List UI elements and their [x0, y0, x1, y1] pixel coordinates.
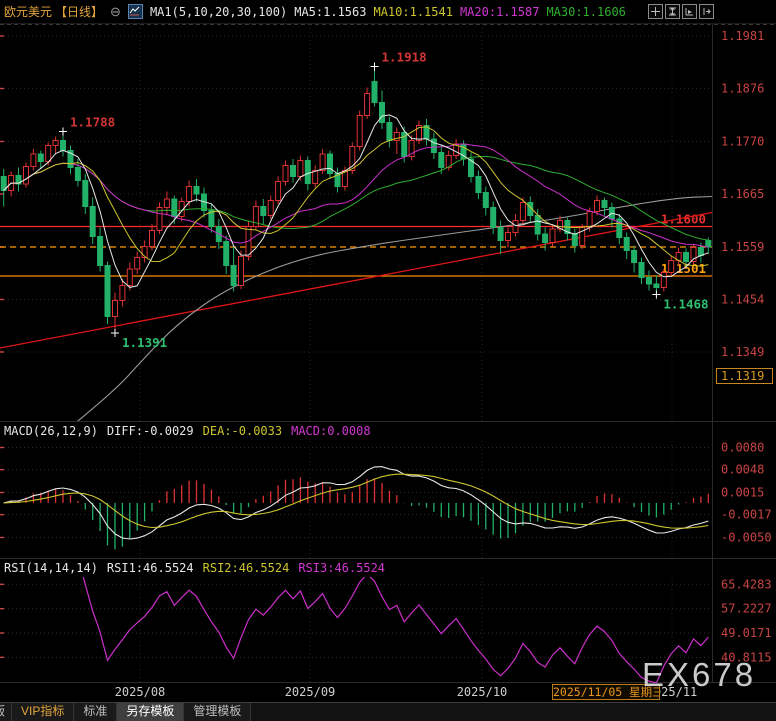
svg-text:0.0015: 0.0015 [721, 486, 764, 500]
rsi-title: RSI(14,14,14) [4, 561, 98, 575]
crosshair-tool-icon[interactable] [648, 4, 663, 19]
symbol-title: 欧元美元 [4, 3, 52, 20]
shift-right-tool-icon[interactable] [699, 4, 714, 19]
circle-minus-icon[interactable]: ⊖ [110, 5, 121, 18]
trading-app-window: 欧元美元 【日线】 ⊖ MA1(5,10,20,30,100) MA5:1.15… [0, 0, 776, 721]
svg-text:0.0080: 0.0080 [721, 441, 764, 455]
template-tab-bar: 版VIP指标标准另存模板管理模板 [0, 702, 776, 721]
svg-text:1.1559: 1.1559 [721, 240, 764, 254]
svg-text:65.4283: 65.4283 [721, 577, 772, 591]
tab-管理模板[interactable]: 管理模板 [184, 703, 251, 721]
ma-settings-label: MA1(5,10,20,30,100) [150, 5, 287, 19]
month-label: 2025/08 [115, 685, 166, 699]
month-label: 2025/09 [285, 685, 336, 699]
month-label: 2025/10 [457, 685, 508, 699]
toolbar-icons [648, 4, 714, 19]
macd-dea-value: DEA:-0.0033 [203, 424, 282, 438]
ma5-value: MA5:1.1563 [294, 5, 366, 19]
svg-text:0.0048: 0.0048 [721, 463, 764, 477]
tab-VIP指标[interactable]: VIP指标 [12, 703, 74, 721]
svg-text:1.1876: 1.1876 [721, 82, 764, 96]
tab-partial-left[interactable]: 版 [0, 703, 12, 721]
svg-text:1.1788: 1.1788 [70, 115, 115, 130]
svg-text:49.0171: 49.0171 [721, 626, 772, 640]
svg-text:-0.0017: -0.0017 [721, 508, 772, 522]
chart-header: 欧元美元 【日线】 ⊖ MA1(5,10,20,30,100) MA5:1.15… [0, 0, 776, 24]
ma30-value: MA30:1.1606 [546, 5, 625, 19]
scale-y-tool-icon[interactable] [665, 4, 680, 19]
svg-text:57.2227: 57.2227 [721, 602, 772, 616]
svg-text:1.1770: 1.1770 [721, 135, 764, 149]
ma10-value: MA10:1.1541 [373, 5, 452, 19]
macd-bar-value: MACD:0.0008 [291, 424, 370, 438]
rsi2-value: RSI2:46.5524 [203, 561, 290, 575]
macd-diff-value: DIFF:-0.0029 [107, 424, 194, 438]
watermark-logo: EX678 [642, 656, 756, 694]
svg-text:-0.0050: -0.0050 [721, 530, 772, 544]
svg-text:1.1665: 1.1665 [721, 187, 764, 201]
tab-另存模板[interactable]: 另存模板 [117, 703, 184, 721]
macd-pane-header: MACD(26,12,9) DIFF:-0.0029 DEA:-0.0033 M… [4, 424, 371, 438]
tab-标准[interactable]: 标准 [74, 703, 117, 721]
rsi3-value: RSI3:46.5524 [298, 561, 385, 575]
svg-text:1.1918: 1.1918 [382, 50, 427, 65]
ma20-value: MA20:1.1587 [460, 5, 539, 19]
chart-canvas[interactable]: 1.1981 1.1876 1.1770 1.1665 1.1559 1.1454 1.13… [0, 24, 776, 683]
svg-text:1.1981: 1.1981 [721, 29, 764, 43]
macd-title: MACD(26,12,9) [4, 424, 98, 438]
svg-text:1.1391: 1.1391 [122, 335, 167, 350]
svg-text:1.1468: 1.1468 [663, 297, 708, 312]
chart-type-icon[interactable] [128, 4, 143, 19]
svg-text:1.1600: 1.1600 [661, 212, 706, 227]
rsi1-value: RSI1:46.5524 [107, 561, 194, 575]
svg-text:1.1349: 1.1349 [721, 345, 764, 359]
rsi-pane-header: RSI(14,14,14) RSI1:46.5524 RSI2:46.5524 … [4, 561, 385, 575]
period-label[interactable]: 【日线】 [55, 3, 103, 20]
svg-text:1.1454: 1.1454 [721, 293, 764, 307]
scale-x-tool-icon[interactable] [682, 4, 697, 19]
svg-text:1.1319: 1.1319 [721, 369, 764, 383]
